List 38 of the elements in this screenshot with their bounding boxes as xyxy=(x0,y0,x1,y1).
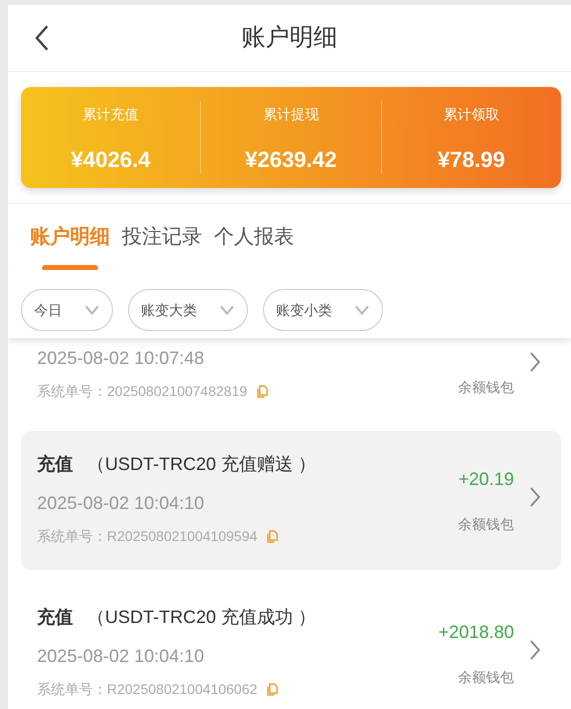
filter-dropdown[interactable]: 账变大类 xyxy=(128,289,248,331)
wallet-label: 余额钱包 xyxy=(458,378,514,397)
order-number: 系统单号：R202508021004106062 xyxy=(37,680,258,699)
back-icon[interactable] xyxy=(34,25,50,51)
chevron-down-icon xyxy=(84,304,100,316)
page-title: 账户明细 xyxy=(242,23,338,53)
filter-dropdown[interactable]: 账变小类 xyxy=(263,289,383,331)
record-time: 2025-08-02 10:04:10 xyxy=(37,645,204,667)
record-item[interactable]: 充值 （USDT-TRC20 充值成功 ） +2018.80 2025-08-02 10:04:10 系统单号：R202508021004106062 余额钱包 xyxy=(21,584,561,709)
chevron-right-icon xyxy=(529,640,541,660)
record-item[interactable]: 2025-08-02 10:07:48 系统单号：202508021007482819 余额钱包 xyxy=(21,347,561,417)
filter-dropdown[interactable]: 今日 xyxy=(21,289,113,331)
record-title: 充值 （USDT-TRC20 充值成功 ） xyxy=(37,606,316,629)
copy-icon[interactable] xyxy=(267,530,278,542)
tab[interactable]: 个人报表 xyxy=(214,204,294,270)
record-time: 2025-08-02 10:04:10 xyxy=(37,492,204,514)
chevron-right-icon xyxy=(529,352,541,372)
record-title: 充值 （USDT-TRC20 充值赠送 ） xyxy=(37,453,316,476)
chevron-right-icon xyxy=(529,487,541,507)
chevron-down-icon xyxy=(219,304,235,316)
amount-value: +20.19 xyxy=(458,468,514,491)
order-number: 系统单号：202508021007482819 xyxy=(37,382,248,401)
stat-label: 累计充值 xyxy=(82,105,140,124)
stat-value: ¥78.99 xyxy=(436,146,506,174)
wallet-label: 余额钱包 xyxy=(458,668,514,687)
stat-value: ¥4026.4 xyxy=(70,146,152,174)
record-item[interactable]: 充值 （USDT-TRC20 充值赠送 ） +20.19 2025-08-02 10:04:10 系统单号：R202508021004109594 余额钱包 xyxy=(21,431,561,570)
amount-value: +2018.80 xyxy=(438,621,514,644)
chevron-down-icon xyxy=(354,304,370,316)
wallet-label: 余额钱包 xyxy=(458,515,514,534)
stat-value: ¥2639.42 xyxy=(244,146,338,174)
order-number: 系统单号：R202508021004109594 xyxy=(37,527,258,546)
stat-label: 累计领取 xyxy=(442,105,500,124)
tab[interactable]: 投注记录 xyxy=(122,204,202,270)
stat-label: 累计提现 xyxy=(262,105,320,124)
copy-icon[interactable] xyxy=(267,682,278,696)
copy-icon[interactable] xyxy=(257,384,268,398)
record-time: 2025-08-02 10:07:48 xyxy=(37,347,204,369)
